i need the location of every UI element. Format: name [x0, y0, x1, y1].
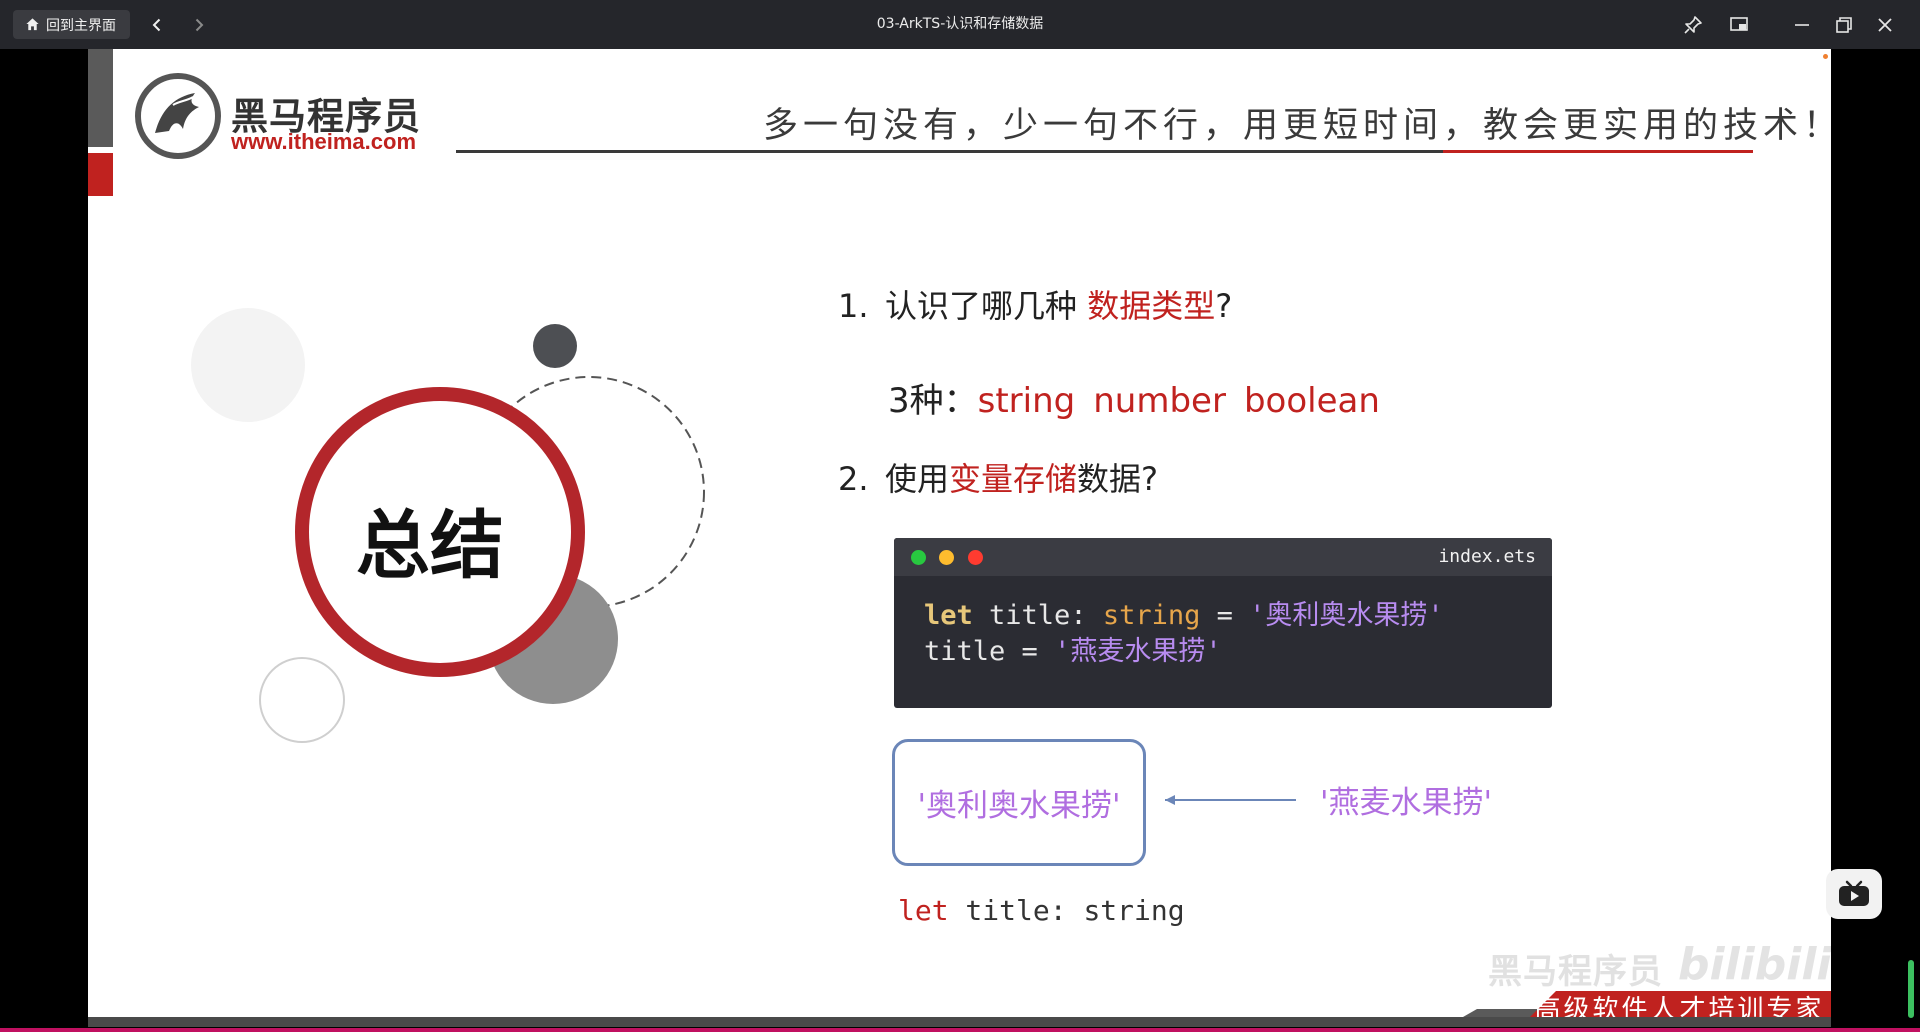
close-button[interactable]: [1872, 12, 1898, 38]
variable-box: '奥利奥水果捞': [892, 739, 1146, 866]
back-arrow-icon: [152, 18, 161, 32]
picture-in-picture-button[interactable]: [1726, 12, 1752, 38]
new-value: '燕麦水果捞': [1320, 785, 1493, 821]
title-bar: 回到主界面 03-ArkTS-认识和存储数据: [0, 0, 1920, 49]
minimize-icon: [1795, 24, 1809, 26]
forward-arrow-icon: [195, 18, 204, 32]
restore-icon: [1836, 17, 1852, 33]
variable-storage-highlight: 变量存储: [949, 460, 1078, 498]
left-letterbox: [0, 49, 88, 1032]
home-button-label: 回到主界面: [46, 17, 116, 34]
home-button[interactable]: 回到主界面: [13, 10, 130, 39]
footer-tagline: 高级软件人才培训专家: [1534, 995, 1825, 1017]
code-line-1: let title: string = '奥利奥水果捞': [924, 600, 1444, 631]
restore-button[interactable]: [1831, 12, 1857, 38]
tv-play-icon: [1839, 880, 1869, 906]
red-dot-icon: [968, 550, 983, 565]
watermark-text: 黑马程序员: [1488, 952, 1663, 992]
orange-indicator-dot: [1823, 54, 1828, 59]
answer-types: 3种：string number boolean: [888, 381, 1380, 421]
window-title: 03-ArkTS-认识和存储数据: [876, 16, 1044, 32]
type-boolean: boolean: [1243, 381, 1380, 421]
question-1: 1. 认识了哪几种 数据类型?: [838, 287, 1233, 325]
home-icon: [26, 18, 39, 31]
dark-gray-dot: [533, 324, 577, 368]
code-body: let title: string = '奥利奥水果捞' title = '燕麦…: [894, 576, 1552, 670]
forward-button[interactable]: [186, 12, 212, 38]
data-types-highlight: 数据类型: [1087, 287, 1216, 325]
slide-bottom-border: [88, 1017, 1831, 1027]
left-arrow-icon: [1165, 795, 1296, 805]
light-gray-circle: [191, 308, 305, 422]
slide: 黑马程序员 www.itheima.com 多一句没有，少一句不行，用更短时间，…: [88, 49, 1831, 1017]
bilibili-tv-button[interactable]: [1826, 869, 1882, 919]
minimize-button[interactable]: [1789, 12, 1815, 38]
progress-strip[interactable]: [0, 1028, 1920, 1032]
declaration-line: let title: string: [898, 894, 1185, 927]
type-number: number: [1093, 381, 1226, 421]
yellow-dot-icon: [939, 550, 954, 565]
volume-indicator[interactable]: [1908, 960, 1914, 1018]
close-icon: [1878, 18, 1892, 32]
bilibili-watermark: bilibili: [1678, 939, 1831, 990]
code-window-header: index.ets: [894, 538, 1552, 576]
code-filename: index.ets: [1438, 546, 1536, 567]
code-line-2: title = '燕麦水果捞': [924, 636, 1222, 667]
picture-in-picture-icon: [1730, 17, 1748, 31]
pin-icon: [1684, 16, 1702, 34]
green-dot-icon: [911, 550, 926, 565]
question-2: 2. 使用变量存储数据?: [838, 460, 1159, 498]
type-string: string: [977, 381, 1076, 421]
outline-circle: [259, 657, 345, 743]
pin-button[interactable]: [1680, 12, 1706, 38]
summary-title: 总结: [356, 503, 504, 589]
back-button[interactable]: [144, 12, 170, 38]
code-window: index.ets let title: string = '奥利奥水果捞' t…: [894, 538, 1552, 708]
